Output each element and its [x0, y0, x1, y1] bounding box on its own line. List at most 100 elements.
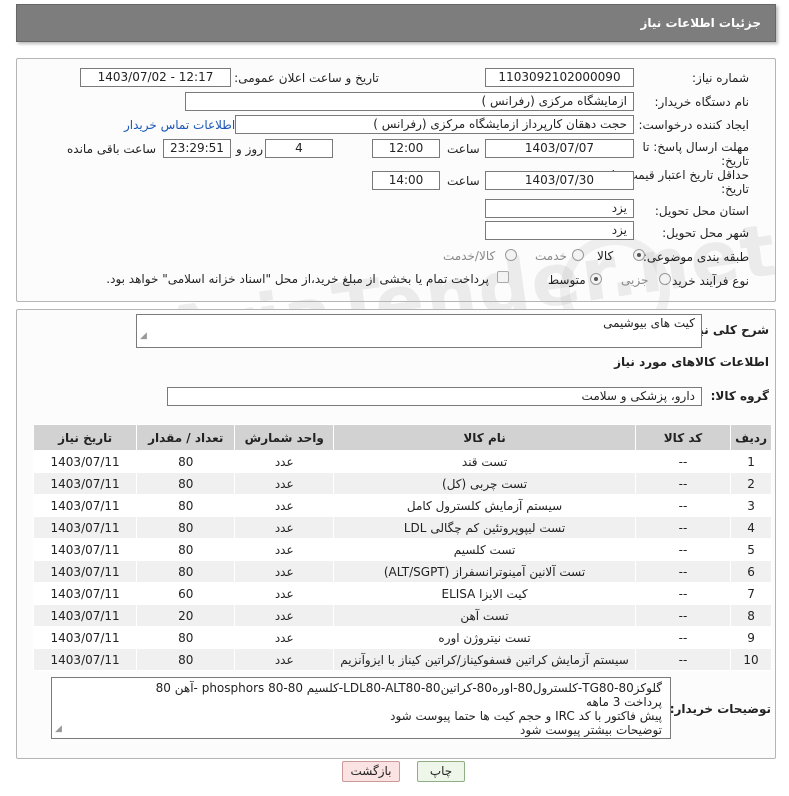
- buyer-notes-line: پرداخت 3 ماهه: [586, 695, 662, 709]
- cell-code: --: [634, 560, 732, 583]
- reply-days-label: روز و: [236, 142, 263, 156]
- col-unit: واحد شمارش: [234, 424, 335, 451]
- cell-row: 4: [730, 516, 772, 539]
- cell-qty: 80: [136, 494, 236, 517]
- back-button[interactable]: بازگشت: [342, 761, 400, 782]
- price-validity-time-label: ساعت: [447, 174, 480, 188]
- cell-code: --: [634, 494, 732, 517]
- cell-qty: 20: [136, 604, 236, 627]
- cell-date: 1403/07/11: [32, 626, 138, 649]
- table-row: 9 -- تست نیتروژن اوره عدد 80 1403/07/11: [32, 626, 772, 649]
- table-row: 10 -- سیستم آزمایش کراتین فسفوکیناز/کراتین…: [32, 648, 772, 671]
- cell-date: 1403/07/11: [32, 538, 138, 561]
- cell-name: تست آهن: [333, 604, 636, 627]
- buyer-org-label: نام دستگاه خریدار:: [654, 95, 750, 109]
- category-label: طبقه بندی موضوعی:: [642, 250, 749, 264]
- cell-qty: 80: [136, 560, 236, 583]
- buyer-notes-line: توضیحات بیشتر پیوست شود: [520, 723, 662, 737]
- category-option-goods: کالا: [597, 249, 614, 263]
- buyer-notes-field: گلوکز80-TG80-کلسترول80-اوره80-کراتین80-L…: [51, 677, 671, 739]
- page-title: جزئیات اطلاعات نیاز: [640, 16, 761, 30]
- col-qty: تعداد / مقدار: [136, 424, 236, 451]
- cell-unit: عدد: [234, 450, 335, 473]
- cell-qty: 80: [136, 648, 236, 671]
- goods-table: ردیف کد کالا نام کالا واحد شمارش تعداد /…: [32, 424, 772, 671]
- reply-deadline-time-field: 12:00: [372, 139, 440, 158]
- goods-table-header: ردیف کد کالا نام کالا واحد شمارش تعداد /…: [32, 424, 772, 451]
- cell-name: سیستم آزمایش کلسترول کامل: [333, 494, 636, 517]
- col-row: ردیف: [730, 424, 772, 451]
- cell-row: 9: [730, 626, 772, 649]
- delivery-city-field: یزد: [485, 221, 634, 240]
- creator-label: ایجاد کننده درخواست:: [638, 118, 749, 132]
- cell-unit: عدد: [234, 494, 335, 517]
- table-row: 8 -- تست آهن عدد 20 1403/07/11: [32, 604, 772, 627]
- cell-code: --: [634, 538, 732, 561]
- buyer-notes-line: پیش فاکتور با کد IRC و حجم کیت ها حتما پ…: [390, 709, 662, 723]
- resize-grip-icon[interactable]: ◢: [140, 328, 147, 345]
- table-row: 7 -- کیت الایزا ELISA عدد 60 1403/07/11: [32, 582, 772, 605]
- cell-row: 8: [730, 604, 772, 627]
- category-radio-goods-service[interactable]: [505, 249, 517, 261]
- cell-code: --: [634, 648, 732, 671]
- reply-time-label: ساعت: [447, 142, 480, 156]
- cell-date: 1403/07/11: [32, 648, 138, 671]
- cell-name: سیستم آزمایش کراتین فسفوکیناز/کراتین کین…: [333, 648, 636, 671]
- cell-code: --: [634, 516, 732, 539]
- price-validity-label-date: تاریخ:: [721, 182, 749, 196]
- need-number-field: 1103092102000090: [485, 68, 634, 87]
- purchase-type-radio-medium[interactable]: [590, 273, 602, 285]
- cell-name: تست آلانین آمینوترانسفراز (ALT/SGPT): [333, 560, 636, 583]
- cell-row: 5: [730, 538, 772, 561]
- treasury-payment-note: پرداخت تمام یا بخشی از مبلغ خرید،از محل …: [106, 272, 489, 286]
- need-number-label: شماره نیاز:: [692, 71, 749, 85]
- reply-deadline-label-date: تاریخ:: [721, 154, 749, 168]
- cell-date: 1403/07/11: [32, 450, 138, 473]
- page-header: جزئیات اطلاعات نیاز: [16, 4, 776, 42]
- cell-date: 1403/07/11: [32, 516, 138, 539]
- cell-unit: عدد: [234, 560, 335, 583]
- cell-row: 2: [730, 472, 772, 495]
- buyer-contact-link[interactable]: اطلاعات تماس خریدار: [124, 118, 235, 132]
- cell-name: تست لیپوپروتئین کم چگالی LDL: [333, 516, 636, 539]
- category-radio-goods[interactable]: [633, 249, 645, 261]
- announce-datetime-field: 1403/07/02 - 12:17: [80, 68, 231, 87]
- cell-qty: 80: [136, 450, 236, 473]
- purchase-type-option-medium: متوسط: [548, 273, 586, 287]
- remaining-time-label: ساعت باقی مانده: [67, 142, 157, 156]
- announce-datetime-label: تاریخ و ساعت اعلان عمومی:: [234, 71, 379, 85]
- goods-group-field: دارو، پزشکی و سلامت: [167, 387, 702, 406]
- table-row: 4 -- تست لیپوپروتئین کم چگالی LDL عدد 80 1403…: [32, 516, 772, 539]
- cell-row: 1: [730, 450, 772, 473]
- cell-code: --: [634, 472, 732, 495]
- price-validity-time-field: 14:00: [372, 171, 440, 190]
- summary-field: کیت های بیوشیمی ◢: [136, 314, 702, 348]
- cell-qty: 80: [136, 472, 236, 495]
- buyer-notes-line: گلوکز80-TG80-کلسترول80-اوره80-کراتین80-L…: [155, 681, 662, 695]
- goods-group-label: گروه کالا:: [710, 389, 769, 403]
- cell-qty: 80: [136, 626, 236, 649]
- reply-days-field: 4: [265, 139, 333, 158]
- category-option-goods-service: کالا/خدمت: [443, 249, 496, 263]
- buyer-org-field: ازمایشگاه مرکزی (رفرانس ): [185, 92, 634, 111]
- treasury-payment-checkbox[interactable]: [497, 271, 509, 283]
- delivery-city-label: شهر محل تحویل:: [662, 226, 749, 240]
- purchase-type-option-minor: جزیی: [621, 273, 649, 287]
- reply-deadline-label: مهلت ارسال پاسخ: تا: [642, 140, 749, 154]
- category-radio-service[interactable]: [572, 249, 584, 261]
- cell-date: 1403/07/11: [32, 494, 138, 517]
- resize-grip-icon[interactable]: ◢: [55, 722, 62, 736]
- cell-unit: عدد: [234, 538, 335, 561]
- cell-code: --: [634, 582, 732, 605]
- cell-qty: 80: [136, 538, 236, 561]
- cell-unit: عدد: [234, 516, 335, 539]
- cell-date: 1403/07/11: [32, 472, 138, 495]
- print-button[interactable]: چاپ: [417, 761, 465, 782]
- category-option-service: خدمت: [535, 249, 567, 263]
- purchase-type-radio-minor[interactable]: [659, 273, 671, 285]
- col-code: کد کالا: [634, 424, 732, 451]
- delivery-province-label: استان محل تحویل:: [654, 204, 749, 218]
- reply-deadline-date-field: 1403/07/07: [485, 139, 634, 158]
- summary-value: کیت های بیوشیمی: [603, 316, 695, 330]
- cell-code: --: [634, 604, 732, 627]
